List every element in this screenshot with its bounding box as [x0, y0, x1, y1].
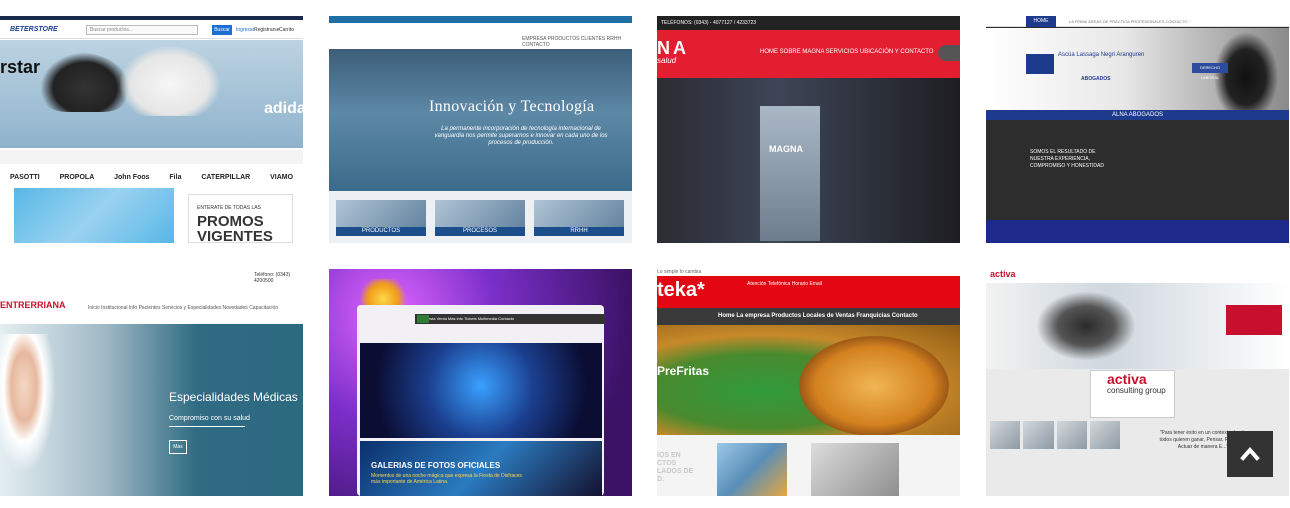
brand-logos: PASOTTI PROPOLA John Foos Fila CATERPILL…: [0, 166, 303, 188]
portfolio-tile-teka[interactable]: Lo simple lo cambia teka* Atención Telef…: [657, 269, 960, 496]
hero-subtitle: Compromiso con su salud: [169, 415, 250, 422]
top-bar: [329, 16, 632, 23]
portfolio-tile-innovacion[interactable]: EMPRESA PRODUCTOS CLIENTES RRHH CONTACTO…: [329, 16, 632, 243]
tagline: Lo simple lo cambia: [657, 269, 702, 275]
portfolio-gallery: BETERSTORE Buscar productos... Buscar In…: [0, 0, 1290, 508]
footer-area: [657, 435, 960, 496]
nav-menu: Home La empresa Productos Locales de Ven…: [718, 313, 918, 319]
login-link: Ingresar: [236, 27, 255, 33]
nav-menu: La Fiesta Venta Más info Tickets Multime…: [415, 314, 605, 324]
nav-pill: [938, 45, 960, 61]
gallery-thumb: [1089, 421, 1120, 449]
contact-info: Atención Telefónica Horario Email: [747, 281, 822, 287]
hero-text: PreFritas: [657, 364, 710, 378]
food-image: [799, 336, 949, 436]
card-rrhh: RRHH: [534, 200, 624, 236]
firm-name: Ascúa Lassaga Negri Aranguren: [1058, 52, 1145, 58]
info-section: [986, 120, 1289, 220]
firm-logo: [1026, 54, 1054, 74]
more-button: Más: [169, 440, 187, 454]
hero-banner: [329, 49, 632, 191]
card-caption: PROCESOS: [435, 227, 525, 236]
search-input: Buscar productos...: [86, 25, 198, 35]
register-link: Registrarse: [254, 27, 280, 33]
card-productos: PRODUCTOS: [336, 200, 426, 236]
firm-sub: ABOGADOS: [1081, 76, 1111, 82]
brand-logo: John Foos: [114, 173, 150, 181]
section-band: ALNA ABOGADOS: [986, 110, 1289, 120]
portfolio-tile-entrerriana[interactable]: Teléfono: (0343) 4200500 ENTRERRIANA Ini…: [0, 269, 303, 496]
hero-button: DERECHO LABORAL: [1192, 63, 1228, 80]
gallery-thumb: [990, 421, 1021, 449]
site-logo: ENTRERRIANA: [0, 300, 66, 310]
doctor-image: [0, 334, 60, 484]
portfolio-tile-magna[interactable]: TELÉFONOS: (0343) - 4077127 / 4233723 NA…: [657, 16, 960, 243]
hero-subtitle: La permanente incorporación de tecnologí…: [434, 126, 608, 146]
promo-banner: ENTERATE DE TODAS LAS PROMOS VIGENTES: [188, 194, 293, 243]
card-caption: RRHH: [534, 227, 624, 236]
footer-band: [986, 220, 1289, 243]
benefits-strip: [0, 150, 303, 164]
search-button: Buscar: [212, 25, 232, 35]
card-caption: PRODUCTOS: [336, 227, 426, 236]
promo-title: GALERIAS DE FOTOS OFICIALES: [371, 461, 501, 470]
portfolio-tile-fiesta[interactable]: La Fiesta Venta Más info Tickets Multime…: [329, 269, 632, 496]
phone-bar: TELÉFONOS: (0343) - 4077127 / 4233723: [657, 16, 960, 30]
stage-image: [360, 343, 602, 438]
nav-home: [417, 315, 429, 323]
portfolio-tile-beterstore[interactable]: BETERSTORE Buscar productos... Buscar In…: [0, 16, 303, 243]
footer-text: IOS EN CTOS LADOS DE D.: [657, 452, 694, 483]
brand-logo: CATERPILLAR: [201, 173, 251, 181]
site-logo: teka*: [657, 279, 705, 301]
top-bar: [0, 16, 303, 20]
hero-title: Innovación y Tecnología: [429, 98, 595, 115]
promo-caption: ENTERATE DE TODAS LAS: [197, 205, 261, 211]
scroll-to-top-button[interactable]: [1227, 431, 1273, 477]
overlay-subtitle: consulting group: [1107, 386, 1166, 395]
gallery-thumb: [1056, 421, 1087, 449]
nav-menu: Inicio Institucional Info Pacientes Serv…: [88, 305, 279, 311]
site-logo: activa: [990, 269, 1016, 279]
brand-text: adidas: [264, 100, 303, 117]
building-sign: MAGNA: [769, 144, 803, 154]
chevron-up-icon: [1240, 446, 1260, 461]
staff-photo: [811, 443, 899, 496]
hero-title: Especialidades Médicas: [169, 390, 298, 404]
overlay-logo: activa: [1107, 371, 1147, 387]
cart-link: Carrito: [279, 27, 295, 33]
nav-menu: HOME SOBRE MAGNA SERVICIOS UBICACIÓN Y C…: [760, 49, 934, 55]
brand-logo: PROPOLA: [59, 173, 95, 181]
gallery-row: [990, 421, 1120, 449]
nav-home: HOME: [1026, 16, 1056, 27]
people-image: [1036, 291, 1136, 361]
phone-text: Teléfono: (0343) 4200500: [254, 272, 291, 284]
nav-menu: EMPRESA PRODUCTOS CLIENTES RRHH CONTACTO: [522, 36, 622, 48]
site-logo-sub: salud: [657, 56, 677, 65]
card-procesos: PROCESOS: [435, 200, 525, 236]
portfolio-tile-alna[interactable]: HOME LA FIRMA ÁREAS DE PRÁCTICA PROFESIO…: [986, 16, 1289, 243]
nav-menu: LA FIRMA ÁREAS DE PRÁCTICA PROFESIONALES…: [1069, 19, 1188, 24]
promo-banner-image: [14, 188, 174, 243]
divider: [169, 426, 245, 427]
brand-logo: Fila: [169, 173, 182, 181]
site-header: [986, 269, 1289, 283]
brand-logo: PASOTTI: [9, 173, 40, 181]
tagline: SOMOS EL RESULTADO DE NUESTRA EXPERIENCI…: [1030, 149, 1104, 169]
promo-subtitle: Momentos de una noche mágica que expresa…: [371, 473, 522, 485]
gallery-thumb: [1023, 421, 1054, 449]
store-photo: [717, 443, 787, 496]
brand-text: rstar: [0, 57, 41, 77]
promo-title: PROMOS VIGENTES: [197, 213, 273, 243]
site-logo: BETERSTORE: [10, 26, 58, 33]
brand-logo: VIAMO: [270, 173, 294, 181]
building-image: [760, 106, 820, 241]
brand-box: [1226, 305, 1282, 335]
